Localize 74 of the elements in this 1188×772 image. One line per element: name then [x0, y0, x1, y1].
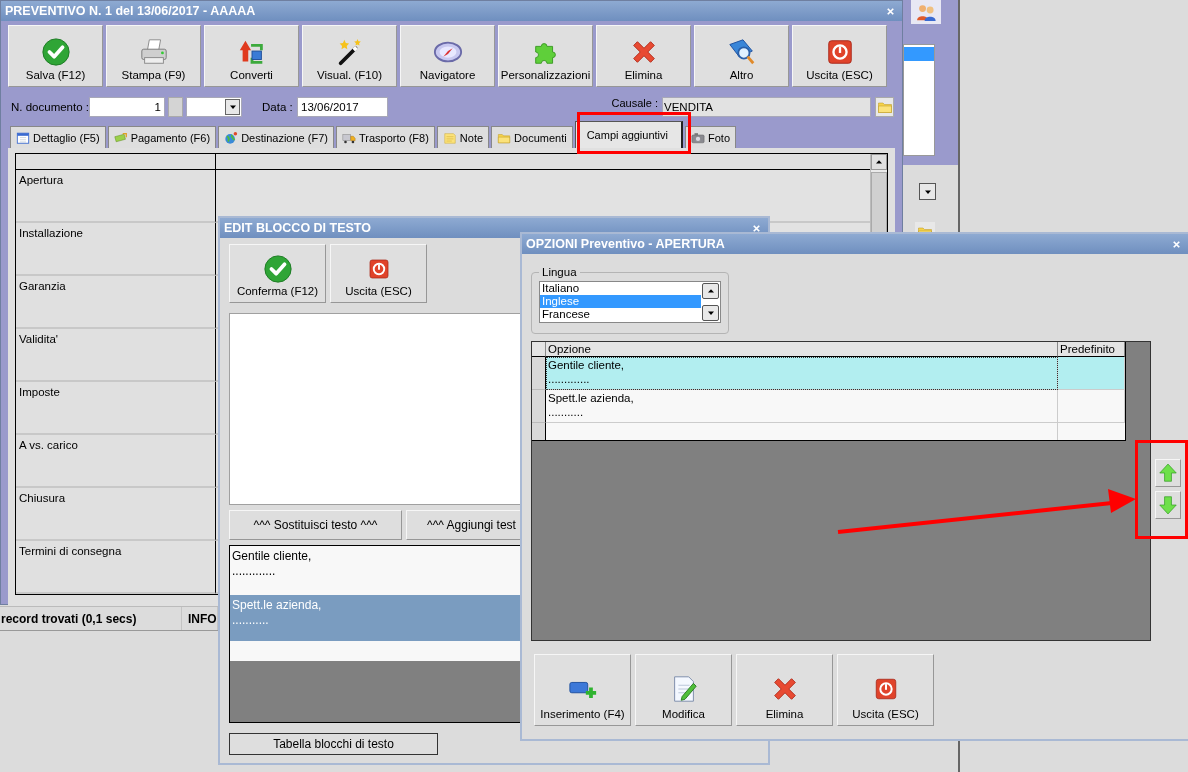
toolbar-button[interactable]: Salva (F12)	[8, 25, 103, 87]
power-icon	[366, 257, 391, 281]
date-field[interactable]: 13/06/2017	[297, 97, 388, 117]
toolbar-button[interactable]: Uscita (ESC)	[837, 654, 934, 726]
up-arrow-icon	[1157, 462, 1179, 484]
calendar-icon	[16, 130, 30, 145]
text-button[interactable]: ^^^ Sostituisci testo ^^^	[229, 510, 402, 540]
close-icon	[884, 5, 896, 17]
row-header[interactable]	[532, 357, 546, 390]
move-down-button[interactable]	[1155, 491, 1181, 519]
camera-icon	[691, 130, 705, 145]
tab[interactable]: Foto	[685, 126, 736, 148]
tab[interactable]: Pagamento (F6)	[107, 126, 217, 148]
row-header[interactable]	[532, 390, 546, 423]
status-text: INFO	[184, 607, 218, 630]
table-button[interactable]: Tabella blocchi di testo	[229, 733, 438, 755]
dropdown-button[interactable]	[919, 183, 936, 200]
list-item[interactable]: Italiano	[540, 282, 701, 295]
note-icon	[442, 130, 457, 145]
tab[interactable]: Dettaglio (F5)	[10, 126, 106, 148]
field-label: Data :	[262, 101, 294, 113]
folder-icon	[876, 99, 893, 115]
window-title: EDIT BLOCCO DI TESTO	[224, 221, 371, 235]
tab[interactable]: Destinazione (F7)	[218, 126, 334, 148]
tab[interactable]: Campi aggiuntivi	[574, 121, 683, 148]
toolbar-button[interactable]: Converti	[204, 25, 299, 87]
toolbar-button[interactable]: Visual. (F10)	[302, 25, 397, 87]
toolbar-button[interactable]: Elimina	[736, 654, 833, 726]
move-up-button[interactable]	[1155, 459, 1181, 487]
toolbar-button[interactable]: Navigatore	[400, 25, 495, 87]
toolbar-button[interactable]: Personalizzazioni	[498, 25, 593, 87]
dropdown-button[interactable]	[225, 99, 240, 115]
toolbar-button[interactable]: Modifica	[635, 654, 732, 726]
window-title: OPZIONI Preventivo - APERTURA	[526, 237, 725, 251]
tab[interactable]: Note	[436, 126, 490, 148]
table-cell	[1058, 357, 1125, 390]
toolbar-button[interactable]: Elimina	[596, 25, 691, 87]
toolbar-button[interactable]: Altro	[694, 25, 789, 87]
column-header[interactable]: Opzione	[546, 342, 1058, 357]
toolbar-button[interactable]: Conferma (F12)	[229, 244, 326, 303]
scroll-thumb[interactable]	[871, 172, 887, 234]
close-icon	[750, 222, 762, 234]
document-number-field[interactable]: 1	[89, 97, 165, 117]
group-label: Lingua	[541, 266, 578, 278]
book-magnifier-icon	[726, 36, 757, 67]
causale-field[interactable]: VENDITA	[662, 97, 871, 117]
toolbar-button[interactable]: Stampa (F9)	[106, 25, 201, 87]
table-cell[interactable]: Gentile cliente, .............	[546, 357, 1058, 390]
toolbar-button[interactable]: Uscita (ESC)	[330, 244, 427, 303]
down-arrow-icon	[1157, 494, 1179, 516]
language-list[interactable]: Italiano Inglese Francese	[539, 281, 721, 323]
column-header[interactable]: Predefinito	[1058, 342, 1125, 357]
toolbar-button[interactable]: Uscita (ESC)	[792, 25, 887, 87]
window-title: PREVENTIVO N. 1 del 13/06/2017 - AAAAA	[5, 4, 256, 18]
tab[interactable]: Documenti	[491, 126, 573, 148]
list-panel[interactable]	[903, 44, 935, 156]
series-dropdown[interactable]	[186, 97, 242, 117]
scroll-up-button[interactable]	[871, 154, 887, 170]
scroll-down-button[interactable]	[702, 305, 719, 321]
globe-icon	[224, 130, 239, 145]
table-cell[interactable]: Spett.le azienda, ...........	[546, 390, 1058, 423]
printer-icon	[138, 36, 169, 67]
money-icon	[113, 130, 128, 145]
field-label: Causale :	[611, 97, 658, 109]
toolbar-button[interactable]: Inserimento (F4)	[534, 654, 631, 726]
scroll-up-button[interactable]	[702, 283, 719, 299]
users-button[interactable]	[911, 0, 941, 24]
list-item[interactable]: Francese	[540, 308, 701, 321]
field-label: N. documento :	[11, 101, 89, 113]
close-icon	[1170, 238, 1182, 250]
status-text: record trovati (0,1 secs)	[0, 607, 182, 630]
tab[interactable]: Trasporto (F8)	[335, 126, 435, 148]
checkmark-icon	[40, 36, 71, 67]
checkmark-icon	[262, 254, 293, 284]
